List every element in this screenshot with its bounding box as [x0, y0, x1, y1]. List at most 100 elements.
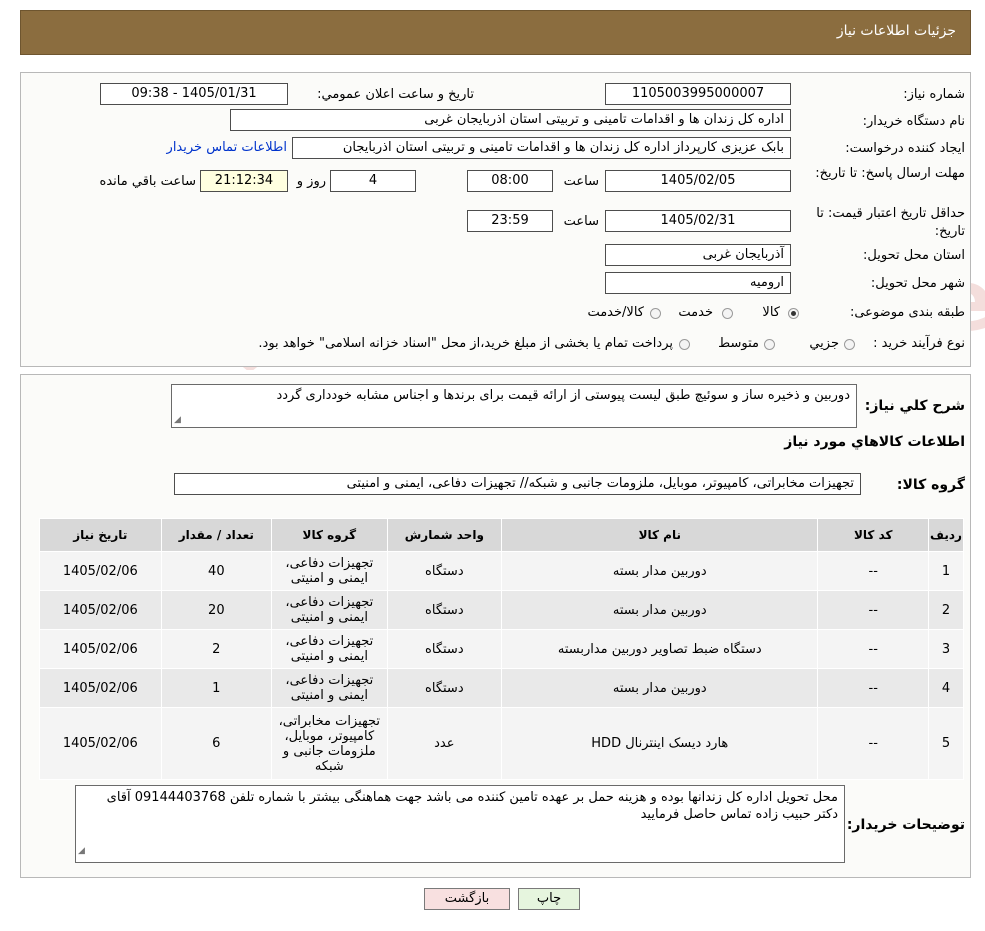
cell-row-number: 4 [927, 668, 965, 708]
goods-group-label: گروه كالا: [896, 477, 965, 493]
cell-unit: دستگاه [386, 629, 503, 669]
cell-item-code: -- [817, 707, 929, 780]
reply-time-label: ساعت [563, 174, 599, 189]
col-item-name: نام كالا [501, 518, 819, 552]
goods-group-field: تجهیزات مخابراتی، کامپیوتر، موبایل، ملزو… [174, 473, 861, 495]
description-text: دوربین و ذخیره ساز و سوئیچ طبق لیست پیوس… [276, 388, 850, 403]
cell-item-name: دستگاه ضبط تصاویر دوربین مداربسته [501, 629, 819, 669]
cell-item-code: -- [817, 629, 929, 669]
cell-need-date: 1405/02/06 [39, 707, 162, 780]
cell-row-number: 5 [927, 707, 965, 780]
goods-table-wrap: رديف كد كالا نام كالا واحد شمارش گروه كا… [39, 518, 965, 780]
remaining-time-label: ساعت باقي مانده [99, 174, 196, 189]
description-field: دوربین و ذخیره ساز و سوئیچ طبق لیست پیوس… [171, 384, 857, 428]
price-validity-label: حداقل تاريخ اعتبار قيمت: تا تاریخ: [816, 206, 965, 239]
print-button[interactable]: چاپ [518, 888, 580, 910]
cell-quantity: 20 [160, 590, 273, 630]
need-number-label: شماره نیاز: [903, 87, 965, 102]
col-item-group: گروه كالا [271, 518, 388, 552]
buyer-contact-link[interactable]: اطلاعات تماس خريدار [167, 140, 287, 155]
cell-item-name: دوربین مدار بسته [501, 551, 819, 591]
cell-quantity: 2 [160, 629, 273, 669]
buyer-notes-label: توضیحات خریدار: [846, 817, 965, 833]
cell-item-code: -- [817, 590, 929, 630]
cell-need-date: 1405/02/06 [39, 551, 162, 591]
treasury-payment-note: پرداخت تمام یا بخشی از مبلغ خرید،از محل … [258, 336, 673, 351]
cell-quantity: 40 [160, 551, 273, 591]
category-radio-goods[interactable] [788, 308, 799, 319]
table-row: 5 -- هارد دیسک اینترنال HDD عدد تجهیزات … [39, 707, 965, 780]
cell-item-name: دوربین مدار بسته [501, 668, 819, 708]
remaining-days-label: روز و [296, 174, 326, 189]
category-label: طبقه بندی موضوعی: [849, 305, 965, 320]
cell-item-group: تجهیزات دفاعی، ایمنی و امنیتی [271, 590, 388, 630]
cell-item-group: تجهیزات مخابراتی، کامپیوتر، موبایل، ملزو… [271, 707, 388, 780]
buyer-org-label: نام دستگاه خريدار: [862, 114, 965, 129]
cell-unit: دستگاه [386, 551, 503, 591]
announce-date-field: 1405/01/31 - 09:38 [100, 83, 288, 105]
cell-item-group: تجهیزات دفاعی، ایمنی و امنیتی [271, 668, 388, 708]
cell-quantity: 1 [160, 668, 273, 708]
cell-quantity: 6 [160, 707, 273, 780]
cell-need-date: 1405/02/06 [39, 668, 162, 708]
cell-need-date: 1405/02/06 [39, 590, 162, 630]
cell-need-date: 1405/02/06 [39, 629, 162, 669]
process-radio-minor[interactable] [844, 339, 855, 350]
back-button[interactable]: بازگشت [424, 888, 510, 910]
cell-item-name: دوربین مدار بسته [501, 590, 819, 630]
category-option-goods-service: کالا/خدمت [587, 305, 644, 320]
need-number-field: 1105003995000007 [605, 83, 791, 105]
resize-grip-icon[interactable]: ◢ [174, 415, 181, 425]
validity-time-field: 23:59 [467, 210, 553, 232]
remaining-days-field: 4 [330, 170, 416, 192]
province-label: استان محل تحویل: [863, 248, 965, 263]
city-label: شهر محل تحویل: [870, 276, 965, 291]
category-radio-goods-service[interactable] [650, 308, 661, 319]
table-row: 3 -- دستگاه ضبط تصاویر دوربین مداربسته د… [39, 629, 965, 669]
cell-item-group: تجهیزات دفاعی، ایمنی و امنیتی [271, 551, 388, 591]
page-header: جزئیات اطلاعات نیاز [20, 10, 971, 55]
goods-table: رديف كد كالا نام كالا واحد شمارش گروه كا… [39, 518, 965, 780]
cell-unit: عدد [386, 707, 503, 780]
cell-row-number: 3 [927, 629, 965, 669]
table-row: 2 -- دوربین مدار بسته دستگاه تجهیزات دفا… [39, 590, 965, 630]
remaining-time-field: 21:12:34 [200, 170, 288, 192]
cell-row-number: 1 [927, 551, 965, 591]
col-row-number: رديف [927, 518, 965, 552]
category-option-service: خدمت [678, 305, 713, 320]
validity-time-label: ساعت [563, 214, 599, 229]
col-need-date: تاريخ نياز [39, 518, 162, 552]
col-quantity: تعداد / مقدار [160, 518, 273, 552]
process-radio-medium[interactable] [764, 339, 775, 350]
buyer-notes-field: محل تحویل اداره کل زندانها بوده و هزینه … [75, 785, 845, 863]
cell-unit: دستگاه [386, 668, 503, 708]
buyer-notes-text: محل تحویل اداره کل زندانها بوده و هزینه … [106, 790, 838, 822]
buyer-org-field: اداره کل زندان ها و اقدامات تامینی و ترب… [230, 109, 791, 131]
reply-date-field: 1405/02/05 [605, 170, 791, 192]
announce-date-label: تاریخ و ساعت اعلان عمومي: [317, 87, 474, 102]
category-option-goods: کالا [762, 305, 780, 320]
page-title: جزئیات اطلاعات نیاز [836, 23, 956, 39]
cell-item-code: -- [817, 551, 929, 591]
cell-item-group: تجهیزات دفاعی، ایمنی و امنیتی [271, 629, 388, 669]
cell-row-number: 2 [927, 590, 965, 630]
col-unit: واحد شمارش [386, 518, 503, 552]
process-type-label: نوع فرآيند خريد : [873, 336, 965, 351]
cell-item-code: -- [817, 668, 929, 708]
province-field: آذربایجان غربی [605, 244, 791, 266]
process-checkbox-treasury[interactable] [679, 339, 690, 350]
table-row: 1 -- دوربین مدار بسته دستگاه تجهیزات دفا… [39, 551, 965, 591]
goods-table-header: رديف كد كالا نام كالا واحد شمارش گروه كا… [39, 518, 965, 552]
resize-grip-icon[interactable]: ◢ [78, 843, 85, 860]
description-label: شرح كلي نياز: [864, 398, 965, 414]
creator-label: ایجاد کننده درخواست: [845, 141, 965, 156]
goods-section-title: اطلاعات كالاهاي مورد نياز [784, 434, 965, 450]
reply-time-field: 08:00 [467, 170, 553, 192]
table-row: 4 -- دوربین مدار بسته دستگاه تجهیزات دفا… [39, 668, 965, 708]
process-option-medium: متوسط [718, 336, 759, 351]
category-radio-service[interactable] [722, 308, 733, 319]
reply-deadline-label: مهلت ارسال پاسخ: تا تاریخ: [815, 166, 965, 181]
validity-date-field: 1405/02/31 [605, 210, 791, 232]
cell-unit: دستگاه [386, 590, 503, 630]
col-item-code: كد كالا [817, 518, 929, 552]
